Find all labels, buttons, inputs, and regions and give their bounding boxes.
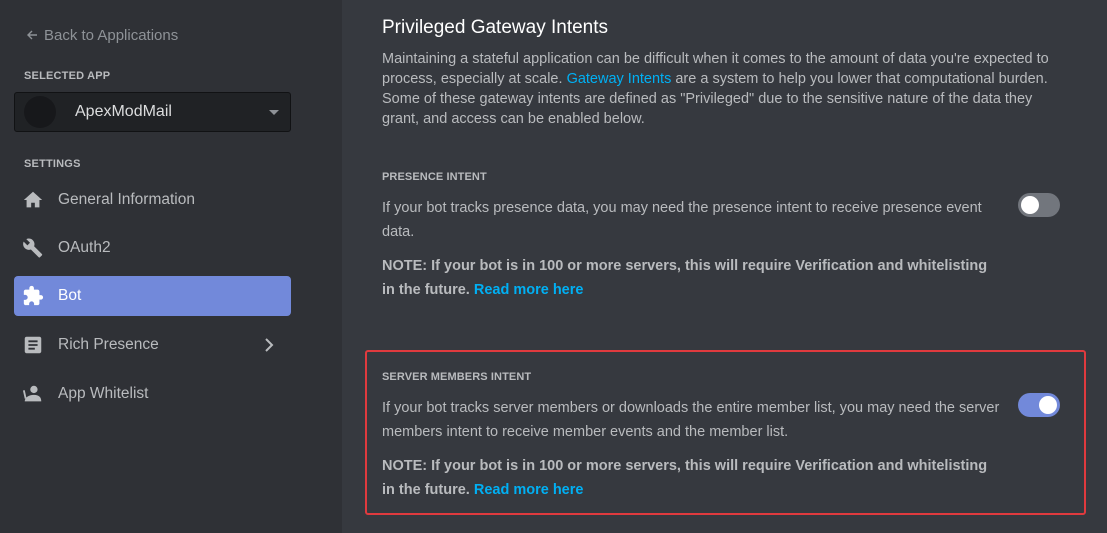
sidebar-item-label: Rich Presence	[58, 336, 159, 353]
page-title: Privileged Gateway Intents	[382, 17, 609, 38]
note-text: NOTE: If your bot is in 100 or more serv…	[382, 258, 988, 298]
presence-intent-toggle[interactable]	[1018, 193, 1060, 217]
sidebar-item-label: App Whitelist	[58, 385, 149, 402]
home-icon	[22, 189, 44, 211]
presence-intent-note: NOTE: If your bot is in 100 or more serv…	[382, 254, 1002, 302]
app-selector-dropdown[interactable]: ApexModMail	[14, 92, 291, 132]
app-avatar	[24, 96, 56, 128]
sidebar-item-label: General Information	[58, 191, 195, 208]
wrench-icon	[22, 237, 44, 259]
arrow-left-icon	[27, 30, 37, 40]
selected-app-heading: SELECTED APP	[24, 70, 111, 82]
chevron-right-icon	[265, 338, 274, 352]
back-link-label: Back to Applications	[44, 26, 179, 44]
intro-paragraph: Maintaining a stateful application can b…	[382, 49, 1062, 129]
presence-intent-description: If your bot tracks presence data, you ma…	[382, 200, 982, 240]
sidebar-item-general-information[interactable]: General Information	[14, 180, 291, 220]
highlight-annotation-box	[365, 350, 1086, 515]
presence-intent-title: PRESENCE INTENT	[382, 171, 487, 183]
sidebar-item-label: Bot	[58, 287, 82, 304]
back-to-applications-link[interactable]: Back to Applications	[26, 25, 178, 45]
presence-intent-section: PRESENCE INTENT If your bot tracks prese…	[382, 171, 1022, 302]
document-icon	[22, 334, 44, 356]
gateway-intents-link[interactable]: Gateway Intents	[567, 71, 672, 87]
puzzle-icon	[22, 285, 44, 307]
user-icon	[22, 383, 44, 405]
sidebar-item-app-whitelist[interactable]: App Whitelist	[14, 374, 291, 414]
sidebar-item-label: OAuth2	[58, 239, 111, 256]
settings-heading: SETTINGS	[24, 158, 81, 170]
sidebar: Back to Applications SELECTED APP ApexMo…	[0, 0, 342, 533]
sidebar-item-bot[interactable]: Bot	[14, 276, 291, 316]
sidebar-item-oauth2[interactable]: OAuth2	[14, 228, 291, 268]
caret-down-icon	[269, 109, 279, 115]
sidebar-item-rich-presence[interactable]: Rich Presence	[14, 325, 291, 365]
toggle-knob	[1021, 196, 1039, 214]
read-more-link[interactable]: Read more here	[474, 282, 584, 298]
selected-app-name: ApexModMail	[75, 103, 172, 120]
